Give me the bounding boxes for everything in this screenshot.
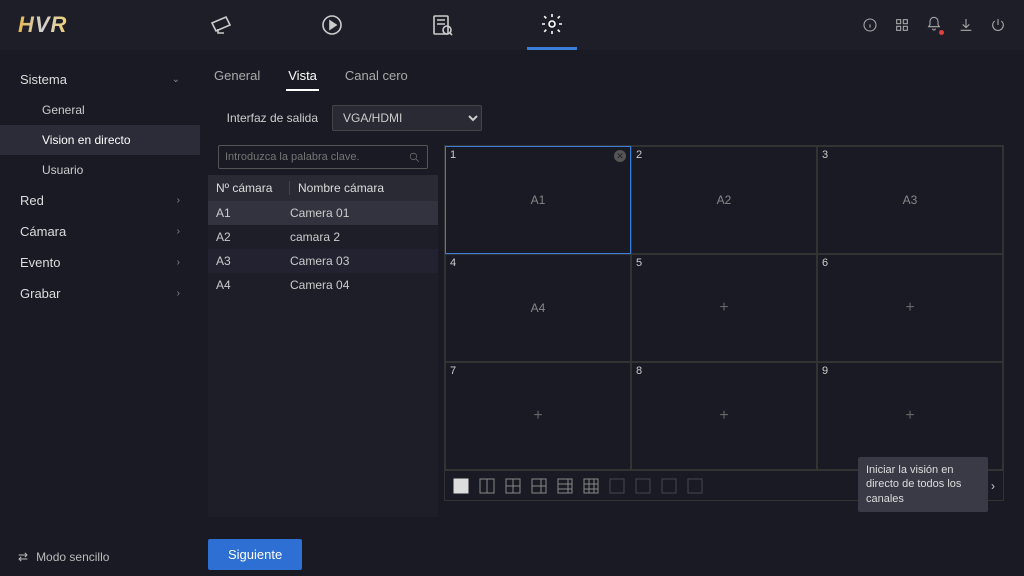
table-row[interactable]: A3Camera 03 xyxy=(208,249,438,273)
tab[interactable]: Canal cero xyxy=(343,62,410,91)
camera-table-header: Nº cámara Nombre cámara xyxy=(208,175,438,201)
table-row[interactable]: A2camara 2 xyxy=(208,225,438,249)
swap-icon: ⇄ xyxy=(18,550,28,564)
grid-cell[interactable]: 1✕A1 xyxy=(445,146,631,254)
next-button[interactable]: Siguiente xyxy=(208,539,302,570)
grid-cell[interactable]: 6+ xyxy=(817,254,1003,362)
layout-1x1-icon[interactable] xyxy=(453,478,469,494)
sidebar-item[interactable]: Vision en directo xyxy=(0,125,200,155)
output-interface-select[interactable]: VGA/HDMI xyxy=(332,105,482,131)
search-input[interactable] xyxy=(225,151,408,163)
page-next[interactable]: › xyxy=(991,479,995,493)
tab[interactable]: General xyxy=(212,62,262,91)
simple-mode-label: Modo sencillo xyxy=(36,550,109,564)
layout-3x3-icon[interactable] xyxy=(583,478,599,494)
bell-icon[interactable] xyxy=(926,16,942,32)
search-input-wrap[interactable] xyxy=(218,145,428,169)
layout-2-icon[interactable] xyxy=(479,478,495,494)
grid-cell[interactable]: 7+ xyxy=(445,362,631,470)
nav-playback[interactable] xyxy=(307,0,357,50)
sidebar: Sistema⌄GeneralVision en directoUsuarioR… xyxy=(0,50,200,576)
sidebar-group[interactable]: Cámara› xyxy=(0,216,200,247)
nav-settings[interactable] xyxy=(527,0,577,50)
nav-search[interactable] xyxy=(417,0,467,50)
tabs: General Vista Canal cero xyxy=(208,62,1004,91)
grid-cell[interactable]: 4A4 xyxy=(445,254,631,362)
layout-extra3-icon[interactable] xyxy=(661,478,677,494)
output-interface-label: Interfaz de salida xyxy=(208,111,318,125)
grid-icon[interactable] xyxy=(894,17,910,33)
table-row[interactable]: A4Camera 04 xyxy=(208,273,438,297)
download-icon[interactable] xyxy=(958,17,974,33)
layout-2x2-icon[interactable] xyxy=(505,478,521,494)
grid-cell[interactable]: 5+ xyxy=(631,254,817,362)
layout-6-icon[interactable] xyxy=(531,478,547,494)
layout-extra2-icon[interactable] xyxy=(635,478,651,494)
sidebar-item[interactable]: Usuario xyxy=(0,155,200,185)
sidebar-item[interactable]: General xyxy=(0,95,200,125)
layout-extra1-icon[interactable] xyxy=(609,478,625,494)
grid-cell[interactable]: 2A2 xyxy=(631,146,817,254)
sidebar-group[interactable]: Evento› xyxy=(0,247,200,278)
sidebar-group[interactable]: Red› xyxy=(0,185,200,216)
col-camera-id: Nº cámara xyxy=(216,181,290,195)
layout-extra4-icon[interactable] xyxy=(687,478,703,494)
grid-cell[interactable]: 3A3 xyxy=(817,146,1003,254)
info-icon[interactable] xyxy=(862,17,878,33)
tooltip-start-all: Iniciar la visión en directo de todos lo… xyxy=(858,457,988,512)
layout-8-icon[interactable] xyxy=(557,478,573,494)
sidebar-group[interactable]: Grabar› xyxy=(0,278,200,309)
table-row[interactable]: A1Camera 01 xyxy=(208,201,438,225)
col-camera-name: Nombre cámara xyxy=(290,181,384,195)
grid-cell[interactable]: 9+ xyxy=(817,362,1003,470)
close-icon[interactable]: ✕ xyxy=(614,150,626,162)
nav-camera[interactable] xyxy=(197,0,247,50)
search-icon[interactable] xyxy=(408,151,421,164)
power-icon[interactable] xyxy=(990,17,1006,33)
logo: HVR xyxy=(18,12,67,38)
grid-cell[interactable]: 8+ xyxy=(631,362,817,470)
sidebar-group[interactable]: Sistema⌄ xyxy=(0,64,200,95)
tab[interactable]: Vista xyxy=(286,62,319,91)
simple-mode-toggle[interactable]: ⇄ Modo sencillo xyxy=(0,538,200,576)
